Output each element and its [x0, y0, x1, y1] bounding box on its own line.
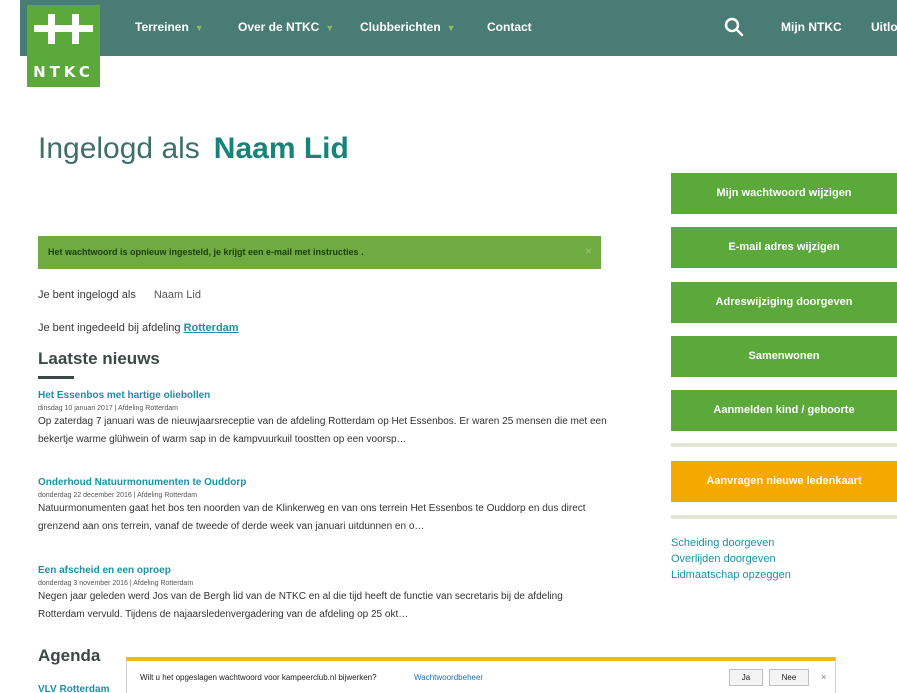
success-alert: Het wachtwoord is opnieuw ingesteld, je … — [38, 236, 601, 269]
page-title-name: Naam Lid — [213, 132, 349, 165]
department-info: Je bent ingedeeld bij afdeling Rotterdam — [38, 322, 239, 334]
nav-item-label: Over de NTKC — [238, 20, 320, 34]
logged-in-info: Je bent ingelogd als Naam Lid — [38, 289, 201, 301]
change-email-button[interactable]: E-mail adres wijzigen — [671, 227, 897, 268]
nav-item-contact[interactable]: Contact — [487, 20, 532, 34]
news-item-meta: dinsdag 10 januari 2017 | Afdeling Rotte… — [38, 405, 178, 412]
password-update-bar: Wilt u het opgeslagen wachtwoord voor ka… — [126, 657, 836, 693]
search-icon[interactable] — [724, 17, 744, 37]
news-item-title[interactable]: Een afscheid en een oproep — [38, 565, 608, 576]
sidebar-link-death[interactable]: Overlijden doorgeven — [671, 553, 776, 565]
address-change-button[interactable]: Adreswijziging doorgeven — [671, 282, 897, 323]
department-link[interactable]: Rotterdam — [184, 322, 239, 334]
news-item-excerpt: Negen jaar geleden werd Jos van de Bergh… — [38, 591, 563, 620]
close-icon[interactable]: × — [821, 672, 826, 682]
password-manager-link[interactable]: Wachtwoordbeheer — [414, 673, 483, 682]
request-member-card-button[interactable]: Aanvragen nieuwe ledenkaart — [671, 461, 897, 502]
password-prompt-text: Wilt u het opgeslagen wachtwoord voor ka… — [140, 673, 377, 682]
agenda-heading: Agenda — [38, 646, 101, 665]
page-title: Ingelogd als Naam Lid — [38, 132, 349, 166]
nav-item-label: Clubberichten — [360, 20, 441, 34]
logged-in-value: Naam Lid — [153, 289, 201, 301]
news-item-excerpt: Natuurmonumenten gaat het bos ten noorde… — [38, 503, 586, 532]
sidebar-divider — [671, 443, 897, 447]
logged-in-label: Je bent ingelogd als — [38, 289, 136, 301]
news-item-meta: donderdag 22 december 2016 | Afdeling Ro… — [38, 492, 198, 499]
chevron-down-icon: ▼ — [194, 23, 204, 33]
sidebar-divider — [671, 515, 897, 519]
nav-item-logout[interactable]: Uitlo — [871, 20, 897, 34]
nav-item-terreinen[interactable]: Terreinen ▼ — [135, 20, 204, 34]
register-child-button[interactable]: Aanmelden kind / geboorte — [671, 390, 897, 431]
nav-item-label: Contact — [487, 20, 532, 34]
alert-message: Het wachtwoord is opnieuw ingesteld, je … — [48, 247, 364, 257]
sidebar-link-cancel-membership[interactable]: Lidmaatschap opzeggen — [671, 569, 791, 581]
logo-text: NTKC — [33, 63, 94, 81]
chevron-down-icon: ▼ — [325, 23, 335, 33]
page-title-prefix: Ingelogd als — [38, 132, 200, 165]
nav-item-mijn-ntkc[interactable]: Mijn NTKC — [781, 20, 842, 34]
chevron-down-icon: ▼ — [446, 23, 456, 33]
agenda-item[interactable]: VLV Rotterdam — [38, 684, 110, 693]
news-item: Een afscheid en een oproep donderdag 3 n… — [38, 565, 608, 624]
logo-mark-icon — [34, 14, 93, 44]
nav-item-over-de-ntkc[interactable]: Over de NTKC ▼ — [238, 20, 334, 34]
nav-item-clubberichten[interactable]: Clubberichten ▼ — [360, 20, 456, 34]
ntkc-logo[interactable]: NTKC — [27, 5, 100, 87]
yes-button[interactable]: Ja — [729, 669, 763, 686]
close-icon[interactable]: × — [585, 244, 592, 258]
news-heading: Laatste nieuws — [38, 349, 160, 368]
cohabitation-button[interactable]: Samenwonen — [671, 336, 897, 377]
header-left-margin — [0, 0, 20, 56]
change-password-button[interactable]: Mijn wachtwoord wijzigen — [671, 173, 897, 214]
department-label: Je bent ingedeeld bij afdeling — [38, 322, 181, 334]
no-button[interactable]: Nee — [769, 669, 809, 686]
news-item-title[interactable]: Onderhoud Natuurmonumenten te Ouddorp — [38, 477, 608, 488]
sidebar-link-divorce[interactable]: Scheiding doorgeven — [671, 537, 774, 549]
news-item: Onderhoud Natuurmonumenten te Ouddorp do… — [38, 477, 608, 536]
nav-item-label: Terreinen — [135, 20, 189, 34]
news-item: Het Essenbos met hartige oliebollen dins… — [38, 390, 608, 449]
news-item-meta: donderdag 3 november 2016 | Afdeling Rot… — [38, 580, 194, 587]
section-divider — [38, 376, 74, 379]
top-navigation-bar: Terreinen ▼ Over de NTKC ▼ Clubberichten ▼ … — [0, 0, 897, 56]
news-item-excerpt: Op zaterdag 7 januari was de nieuwjaarsr… — [38, 416, 607, 445]
news-item-title[interactable]: Het Essenbos met hartige oliebollen — [38, 390, 608, 401]
